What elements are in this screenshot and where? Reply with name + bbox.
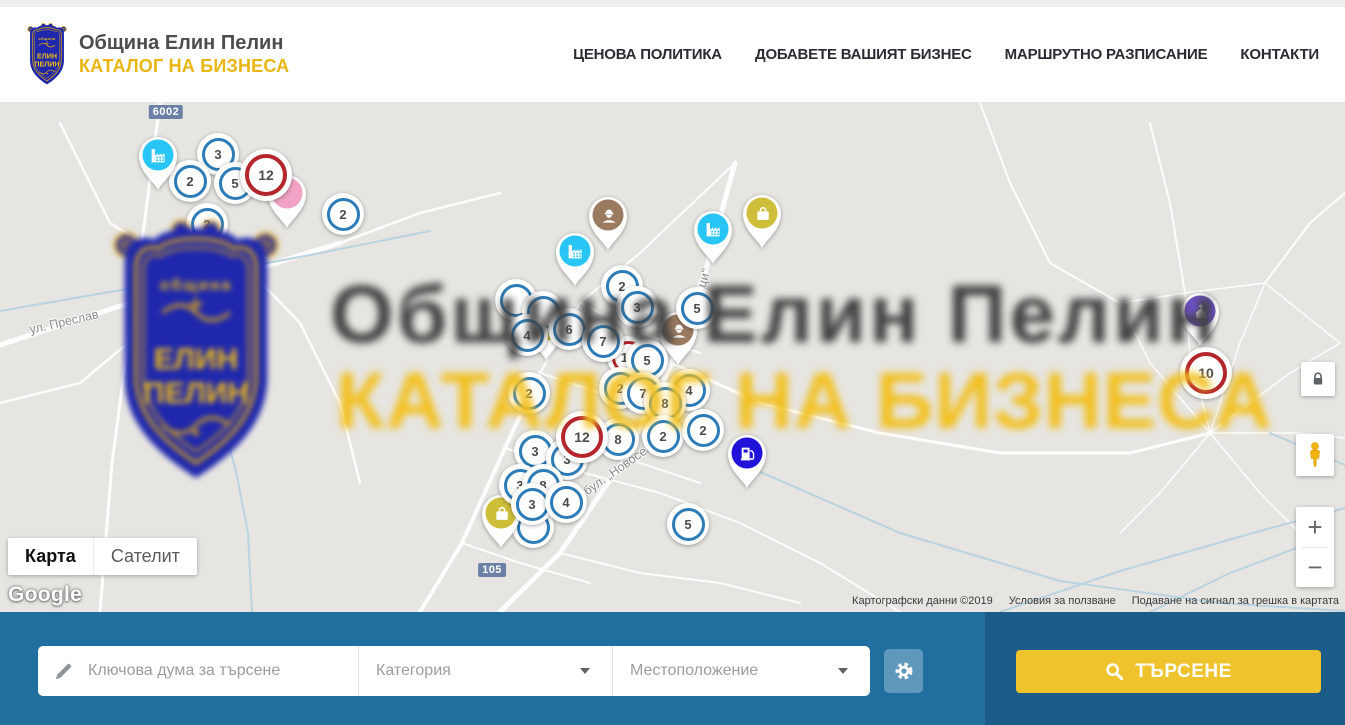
brand-subtitle: КАТАЛОГ НА БИЗНЕСА	[79, 56, 289, 78]
zoom-in-button[interactable]: +	[1296, 507, 1334, 547]
cluster-count: 3	[633, 300, 640, 315]
factory-pin[interactable]	[135, 133, 181, 191]
svg-text:община: община	[38, 36, 56, 40]
location-select[interactable]: Местоположение	[612, 646, 870, 696]
cluster-count: 3	[214, 147, 221, 162]
cluster-marker[interactable]: 2	[186, 203, 228, 245]
map-type-control: Карта Сателит	[8, 538, 197, 575]
church-pin[interactable]	[1177, 289, 1223, 347]
search-icon	[1105, 662, 1124, 681]
attribution-data-text: Картографски данни ©2019	[852, 595, 993, 607]
cluster-count: 4	[562, 495, 569, 510]
cluster-marker[interactable]: 4	[545, 481, 587, 523]
cluster-count: 5	[231, 176, 238, 191]
cluster-marker[interactable]: 3	[616, 286, 658, 328]
cluster-count: 2	[699, 423, 706, 438]
cluster-count: 10	[1198, 365, 1214, 381]
factory-pin[interactable]	[690, 207, 736, 265]
zoom-control: + −	[1296, 507, 1334, 587]
location-value: Местоположение	[630, 662, 758, 680]
worker-pin[interactable]	[585, 193, 631, 251]
brand[interactable]: община ЕЛИН ПЕЛИН Община Елин Пелин КАТА…	[24, 22, 289, 88]
cluster-count: 8	[614, 432, 621, 447]
search-bar: Категория Местоположение ТЪРСЕНЕ	[0, 612, 1345, 725]
lock-icon	[1310, 371, 1326, 387]
cluster-count: 8	[661, 396, 668, 411]
cluster-marker[interactable]: 12	[556, 411, 608, 463]
chevron-down-icon	[580, 668, 590, 674]
attribution-terms-link[interactable]: Условия за ползване	[1009, 595, 1116, 607]
cluster-count: 7	[599, 334, 606, 349]
cluster-marker[interactable]: 2	[642, 415, 684, 457]
lock-button[interactable]	[1301, 362, 1335, 396]
cluster-count: 4	[523, 328, 530, 343]
cluster-marker[interactable]: 2	[682, 409, 724, 451]
cluster-count: 5	[643, 353, 650, 368]
search-button-panel: ТЪРСЕНЕ	[985, 612, 1345, 725]
cluster-marker[interactable]: 2	[322, 193, 364, 235]
category-value: Категория	[376, 662, 451, 680]
keyword-input[interactable]	[88, 662, 328, 680]
zoom-out-button[interactable]: −	[1296, 548, 1334, 588]
main-nav: ЦЕНОВА ПОЛИТИКА ДОБАВЕТЕ ВАШИЯТ БИЗНЕС МАР…	[573, 46, 1319, 63]
pencil-icon	[54, 661, 74, 681]
cluster-marker[interactable]: 5	[667, 503, 709, 545]
header: община ЕЛИН ПЕЛИН Община Елин Пелин КАТА…	[0, 0, 1345, 103]
cluster-marker[interactable]: 5	[676, 287, 718, 329]
advanced-search-button[interactable]	[884, 649, 923, 693]
road-number-badge: 105	[478, 563, 506, 577]
search-fields: Категория Местоположение	[38, 646, 870, 696]
google-logo[interactable]: Google	[8, 583, 82, 607]
cluster-count: 2	[525, 386, 532, 401]
cluster-count: 3	[528, 497, 535, 512]
nav-item-1[interactable]: ДОБАВЕТЕ ВАШИЯТ БИЗНЕС	[755, 46, 972, 63]
shopping-bag-pin[interactable]	[739, 191, 785, 249]
cluster-count: 5	[693, 301, 700, 316]
map-type-map-button[interactable]: Карта	[8, 538, 93, 575]
cluster-marker[interactable]: 7	[582, 320, 624, 362]
cluster-count: 3	[531, 444, 538, 459]
road-number-badge: 6002	[149, 105, 183, 119]
municipal-shield-icon: община ЕЛИН ПЕЛИН	[24, 22, 70, 88]
map-type-satellite-button[interactable]: Сателит	[93, 538, 197, 575]
svg-text:ЕЛИН: ЕЛИН	[37, 52, 57, 60]
cluster-count: 2	[339, 207, 346, 222]
keyword-field[interactable]	[38, 646, 358, 696]
gear-icon	[893, 660, 915, 682]
brand-text: Община Елин Пелин КАТАЛОГ НА БИЗНЕСА	[79, 31, 289, 77]
cluster-marker[interactable]: 4	[506, 314, 548, 356]
cluster-count: 2	[659, 429, 666, 444]
category-select[interactable]: Категория	[358, 646, 612, 696]
cluster-count: 2	[186, 174, 193, 189]
cluster-marker[interactable]: 10	[1180, 347, 1232, 399]
cluster-marker[interactable]: 2	[508, 372, 550, 414]
fuel-pin[interactable]	[724, 431, 770, 489]
nav-item-2[interactable]: МАРШРУТНО РАЗПИСАНИЕ	[1005, 46, 1208, 63]
cluster-count: 12	[574, 429, 590, 445]
search-button[interactable]: ТЪРСЕНЕ	[1016, 650, 1321, 693]
cluster-count: 6	[565, 322, 572, 337]
page: община ЕЛИН ПЕЛИН Община Елин Пелин КАТА…	[0, 0, 1345, 725]
attribution-report-link[interactable]: Подаване на сигнал за грешка в картата	[1132, 595, 1339, 607]
nav-item-3[interactable]: КОНТАКТИ	[1240, 46, 1319, 63]
map-canvas[interactable]: 6002105ул. Преславбул. „Новоселци" 32512…	[0, 103, 1345, 612]
brand-title: Община Елин Пелин	[79, 31, 289, 55]
cluster-count: 5	[684, 517, 691, 532]
search-button-label: ТЪРСЕНЕ	[1135, 661, 1232, 683]
pegman-button[interactable]	[1296, 434, 1334, 476]
cluster-marker[interactable]: 12	[240, 149, 292, 201]
map-attribution: Картографски данни ©2019 Условия за ползв…	[852, 595, 1339, 607]
cluster-count: 12	[258, 167, 274, 183]
svg-text:ПЕЛИН: ПЕЛИН	[34, 60, 59, 68]
pegman-icon	[1305, 441, 1325, 469]
nav-item-0[interactable]: ЦЕНОВА ПОЛИТИКА	[573, 46, 722, 63]
chevron-down-icon	[838, 668, 848, 674]
cluster-count: 4	[685, 383, 692, 398]
cluster-count: 2	[203, 217, 210, 232]
